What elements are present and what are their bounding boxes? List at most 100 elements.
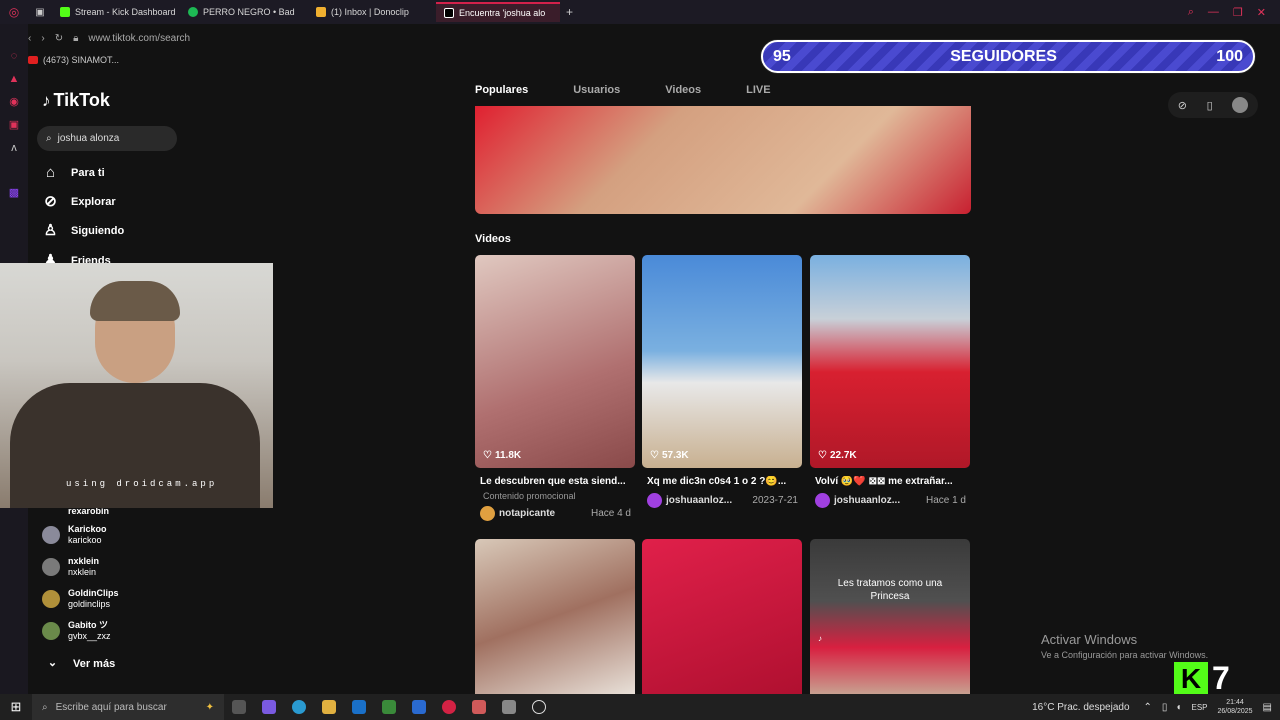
kick-favicon-icon bbox=[60, 7, 70, 17]
following-name: Gabito ツ bbox=[68, 620, 108, 630]
network-icon[interactable]: ▯ bbox=[1162, 702, 1168, 713]
video-author[interactable]: notapicante bbox=[480, 506, 555, 521]
video-author[interactable]: joshuaanloz... bbox=[647, 493, 732, 508]
phone-icon[interactable]: ▯ bbox=[1207, 99, 1213, 112]
file-explorer-icon[interactable] bbox=[322, 700, 336, 714]
top-video-thumbnail[interactable] bbox=[475, 106, 971, 214]
video-overlay-text: Les tratamos como una Princesa bbox=[837, 578, 943, 602]
opera-logo-icon[interactable]: ◎ bbox=[0, 5, 28, 19]
tiktok-favicon-icon bbox=[444, 8, 454, 18]
video-card[interactable]: ♡ 57.3K Xq me dic3n c0s4 1 o 2 ?😊... josh… bbox=[642, 255, 802, 508]
webcam-watermark: using droidcam.app bbox=[66, 479, 218, 489]
tab-overview-icon[interactable]: ▣ bbox=[28, 7, 52, 18]
tab-donoclip[interactable]: (1) Inbox | Donoclip bbox=[308, 2, 436, 22]
windows-start-icon[interactable]: ⊞ bbox=[0, 699, 32, 715]
author-name: joshuaanloz... bbox=[834, 495, 901, 506]
video-thumbnail[interactable] bbox=[475, 539, 635, 694]
search-input[interactable]: ⌕ joshua alonza bbox=[37, 126, 177, 151]
url-field[interactable]: www.tiktok.com/search bbox=[88, 33, 190, 44]
tab-spotify[interactable]: PERRO NEGRO • Bad bbox=[180, 2, 308, 22]
following-item[interactable]: Gabito ツ gvbx__zxz bbox=[42, 620, 111, 642]
author-name: joshuaanloz... bbox=[666, 495, 733, 506]
tab-label: Encuentra 'joshua alo bbox=[459, 8, 546, 18]
video-thumbnail[interactable]: ♡ 11.8K bbox=[475, 255, 635, 468]
edge-icon[interactable] bbox=[292, 700, 306, 714]
video-date: 2023-7-21 bbox=[752, 495, 798, 506]
tray-chevron-icon[interactable]: ⌃ bbox=[1144, 702, 1152, 713]
taskbar-search[interactable]: ⌕ Escribe aquí para buscar ✦ bbox=[32, 694, 224, 720]
opera-taskbar-icon[interactable] bbox=[442, 700, 456, 714]
likes-count: ♡ 57.3K bbox=[650, 450, 689, 461]
kick-count-value: 7 bbox=[1212, 660, 1230, 696]
clock[interactable]: 21:44 26/08/2025 bbox=[1218, 698, 1253, 716]
microphone-icon[interactable] bbox=[472, 700, 486, 714]
tab-populares[interactable]: Populares bbox=[475, 84, 528, 96]
forward-icon[interactable]: › bbox=[41, 33, 44, 44]
store-icon[interactable] bbox=[412, 700, 426, 714]
obs-icon[interactable] bbox=[532, 700, 546, 714]
tab-usuarios[interactable]: Usuarios bbox=[573, 84, 620, 96]
weather-text[interactable]: 16°C Prac. despejado bbox=[1032, 702, 1129, 713]
video-author[interactable]: joshuaanloz... bbox=[815, 493, 900, 508]
video-title[interactable]: Le descubren que esta siend... bbox=[475, 476, 635, 487]
aria-icon[interactable]: ◌ bbox=[8, 50, 20, 62]
crypto-wallet-icon[interactable]: ▲ bbox=[8, 73, 20, 85]
compass-icon[interactable]: ⊘ bbox=[1178, 99, 1187, 112]
tab-videos[interactable]: Videos bbox=[665, 84, 701, 96]
tiktok-logo[interactable]: ♪ TikTok bbox=[42, 90, 110, 111]
tab-kick-dashboard[interactable]: Stream - Kick Dashboard bbox=[52, 2, 180, 22]
app-icon[interactable] bbox=[502, 700, 516, 714]
copilot-icon[interactable] bbox=[262, 700, 276, 714]
notifications-icon[interactable]: ▤ bbox=[1263, 702, 1272, 713]
back-icon[interactable]: ‹ bbox=[28, 33, 31, 44]
video-title[interactable]: Volví 🥹❤️ ⊠⊠ me extrañar... bbox=[810, 476, 970, 487]
task-view-icon[interactable] bbox=[232, 700, 246, 714]
see-more-label: Ver más bbox=[73, 657, 116, 670]
gmail-icon[interactable]: ▣ bbox=[8, 119, 20, 131]
xbox-icon[interactable] bbox=[382, 700, 396, 714]
messenger-icon[interactable]: ◉ bbox=[8, 96, 20, 108]
nav-para-ti[interactable]: ⌂ Para ti bbox=[42, 164, 105, 181]
heart-icon: ♡ bbox=[818, 450, 827, 461]
following-item[interactable]: GoldinClips goldinclips bbox=[42, 588, 119, 610]
video-thumbnail[interactable]: ♡ 22.7K bbox=[810, 255, 970, 468]
tiktok-watermark-icon: ♪ bbox=[818, 634, 822, 643]
see-more-button[interactable]: ⌄ Ver más bbox=[44, 655, 115, 672]
video-card[interactable]: ♡ 22.7K Volví 🥹❤️ ⊠⊠ me extrañar... joshu… bbox=[810, 255, 970, 508]
new-tab-icon[interactable]: + bbox=[566, 5, 573, 19]
flow-icon[interactable]: ʌ bbox=[8, 142, 20, 154]
tab-live[interactable]: LIVE bbox=[746, 84, 770, 96]
volume-icon[interactable]: ◖ bbox=[1175, 702, 1181, 713]
webcam-overlay: using droidcam.app bbox=[0, 263, 273, 508]
tab-tiktok[interactable]: Encuentra 'joshua alo bbox=[436, 2, 560, 22]
minimize-icon[interactable]: — bbox=[1208, 6, 1219, 18]
search-tabs-icon[interactable]: ⌕ bbox=[1188, 6, 1194, 19]
outlook-icon[interactable] bbox=[352, 700, 366, 714]
twitch-icon[interactable]: ▩ bbox=[8, 187, 20, 199]
close-icon[interactable]: ✕ bbox=[1257, 6, 1266, 19]
heart-icon: ♡ bbox=[650, 450, 659, 461]
video-thumbnail[interactable]: ♡ 57.3K bbox=[642, 255, 802, 468]
reload-icon[interactable]: ↻ bbox=[55, 33, 63, 44]
profile-avatar[interactable] bbox=[1232, 97, 1249, 113]
kick-viewer-count: K 7 bbox=[1174, 660, 1230, 697]
author-name: notapicante bbox=[499, 508, 556, 519]
likes-value: 22.7K bbox=[829, 450, 857, 461]
donoclip-favicon-icon bbox=[316, 7, 326, 17]
bookmark-item[interactable]: (4673) SINAMOT... bbox=[43, 55, 119, 65]
following-item[interactable]: Karickoo karickoo bbox=[42, 524, 107, 546]
video-card[interactable]: ♡ 11.8K Le descubren que esta siend... Co… bbox=[475, 255, 635, 521]
follower-goal-bar: 95 SEGUIDORES 100 bbox=[761, 40, 1255, 73]
following-item[interactable]: nxklein nxklein bbox=[42, 556, 99, 578]
nav-explorar[interactable]: ⊘ Explorar bbox=[42, 193, 115, 210]
avatar bbox=[647, 493, 662, 508]
maximize-icon[interactable]: ❐ bbox=[1233, 6, 1243, 19]
home-icon: ⌂ bbox=[45, 164, 56, 181]
video-thumbnail[interactable] bbox=[642, 539, 802, 694]
language-indicator[interactable]: ESP bbox=[1191, 703, 1207, 712]
video-thumbnail[interactable]: Les tratamos como una Princesa ♪ bbox=[810, 539, 970, 694]
goal-target: 100 bbox=[1216, 47, 1243, 65]
following-name: GoldinClips bbox=[68, 588, 119, 598]
nav-siguiendo[interactable]: ♙ Siguiendo bbox=[42, 222, 124, 239]
video-title[interactable]: Xq me dic3n c0s4 1 o 2 ?😊... bbox=[642, 476, 802, 487]
